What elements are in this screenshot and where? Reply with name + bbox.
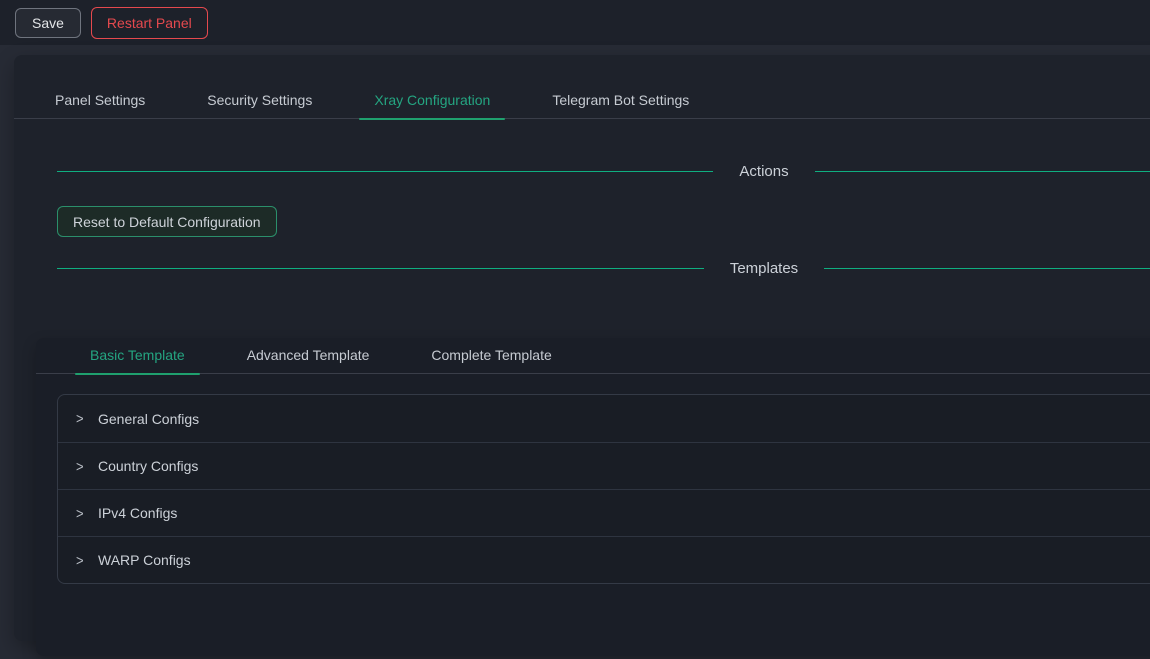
chevron-right-icon: > [76,459,88,474]
collapse-item-country-configs[interactable]: > Country Configs [58,442,1150,489]
tab-basic-template[interactable]: Basic Template [75,338,200,374]
divider-line [824,268,1150,269]
settings-card: Panel Settings Security Settings Xray Co… [14,55,1150,641]
tab-security-settings[interactable]: Security Settings [192,83,327,119]
tab-complete-template[interactable]: Complete Template [416,338,566,374]
settings-tab-bar: Panel Settings Security Settings Xray Co… [14,83,1150,119]
chevron-right-icon: > [76,553,88,568]
actions-divider-label: Actions [739,163,788,180]
save-button[interactable]: Save [15,8,81,38]
divider-line [57,268,704,269]
tab-xray-configuration[interactable]: Xray Configuration [359,83,505,119]
config-collapse-list: > General Configs > Country Configs > IP… [57,394,1150,584]
tab-advanced-template[interactable]: Advanced Template [232,338,385,374]
divider-line [815,171,1150,172]
collapse-item-general-configs[interactable]: > General Configs [58,395,1150,442]
collapse-item-label: IPv4 Configs [98,505,177,521]
actions-divider: Actions [57,155,1150,187]
collapse-item-label: General Configs [98,411,199,427]
template-tab-bar: Basic Template Advanced Template Complet… [36,338,1150,374]
tab-telegram-bot-settings[interactable]: Telegram Bot Settings [537,83,704,119]
chevron-right-icon: > [76,411,88,426]
divider-line [57,171,713,172]
reset-default-configuration-button[interactable]: Reset to Default Configuration [57,206,277,237]
restart-panel-button[interactable]: Restart Panel [91,7,208,39]
templates-card: Basic Template Advanced Template Complet… [36,338,1150,656]
collapse-item-label: WARP Configs [98,552,191,568]
templates-divider: Templates [57,252,1150,284]
templates-divider-label: Templates [730,260,798,277]
chevron-right-icon: > [76,506,88,521]
tab-panel-settings[interactable]: Panel Settings [40,83,160,119]
topbar: Save Restart Panel [0,0,1150,45]
collapse-item-warp-configs[interactable]: > WARP Configs [58,536,1150,583]
collapse-item-label: Country Configs [98,458,198,474]
collapse-item-ipv4-configs[interactable]: > IPv4 Configs [58,489,1150,536]
